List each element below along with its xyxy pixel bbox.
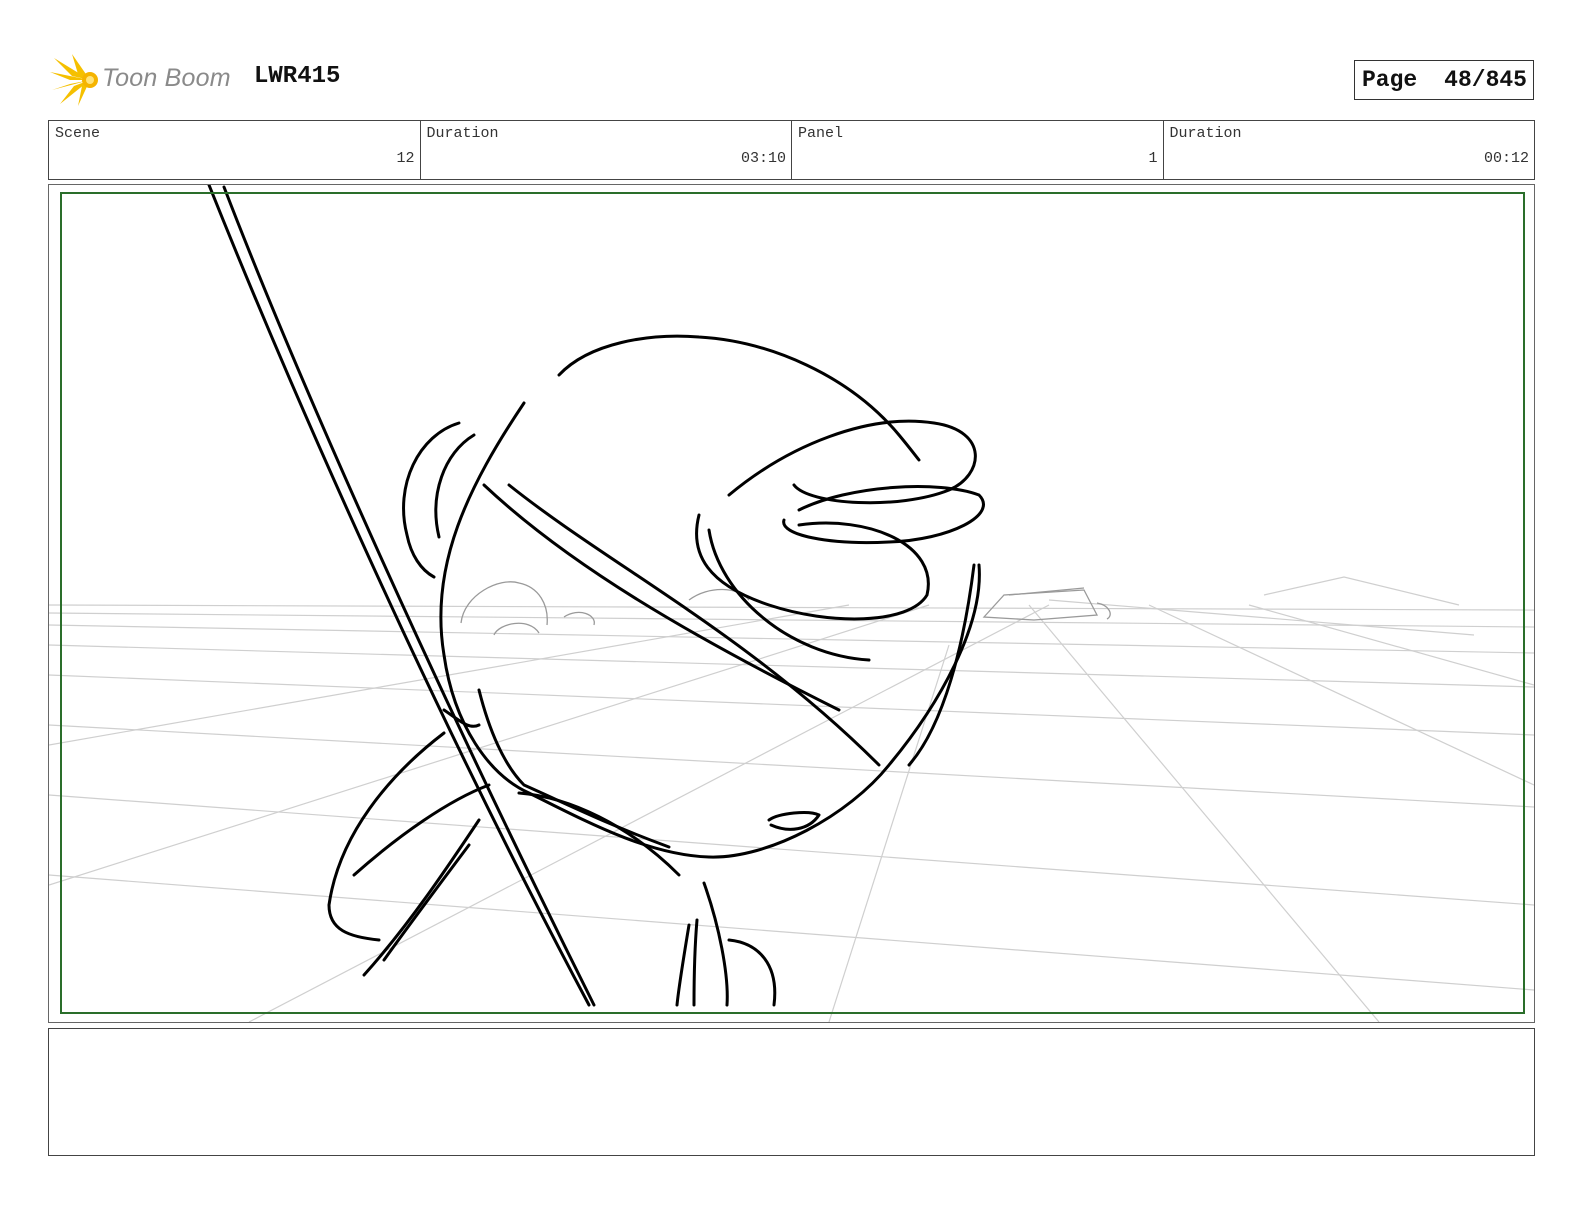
panel-value: 1 — [1148, 150, 1158, 167]
toon-boom-logo: Toon Boom — [50, 52, 245, 108]
scene-cell: Scene 12 — [49, 121, 421, 179]
page-indicator: Page 48/845 — [1354, 60, 1534, 100]
scene-info-table: Scene 12 Duration 03:10 Panel 1 Duration… — [48, 120, 1535, 180]
dialogue-notes-box[interactable] — [48, 1028, 1535, 1156]
logo-wordmark: Toon Boom — [102, 64, 231, 92]
starburst-icon — [50, 54, 98, 106]
panel-label: Panel — [798, 125, 844, 142]
safe-frame — [60, 192, 1525, 1014]
page-number: 48/845 — [1444, 67, 1527, 93]
scene-label: Scene — [55, 125, 101, 142]
scene-duration-label: Duration — [426, 125, 499, 142]
scene-value: 12 — [396, 150, 415, 167]
panel-duration-label: Duration — [1169, 125, 1242, 142]
panel-duration-value: 00:12 — [1483, 150, 1529, 167]
scene-duration-value: 03:10 — [740, 150, 786, 167]
page-label: Page — [1362, 67, 1418, 93]
panel-cell: Panel 1 — [792, 121, 1164, 179]
project-code: LWR415 — [254, 63, 341, 90]
scene-duration-cell: Duration 03:10 — [421, 121, 792, 179]
panel-duration-cell: Duration 00:12 — [1164, 121, 1535, 179]
